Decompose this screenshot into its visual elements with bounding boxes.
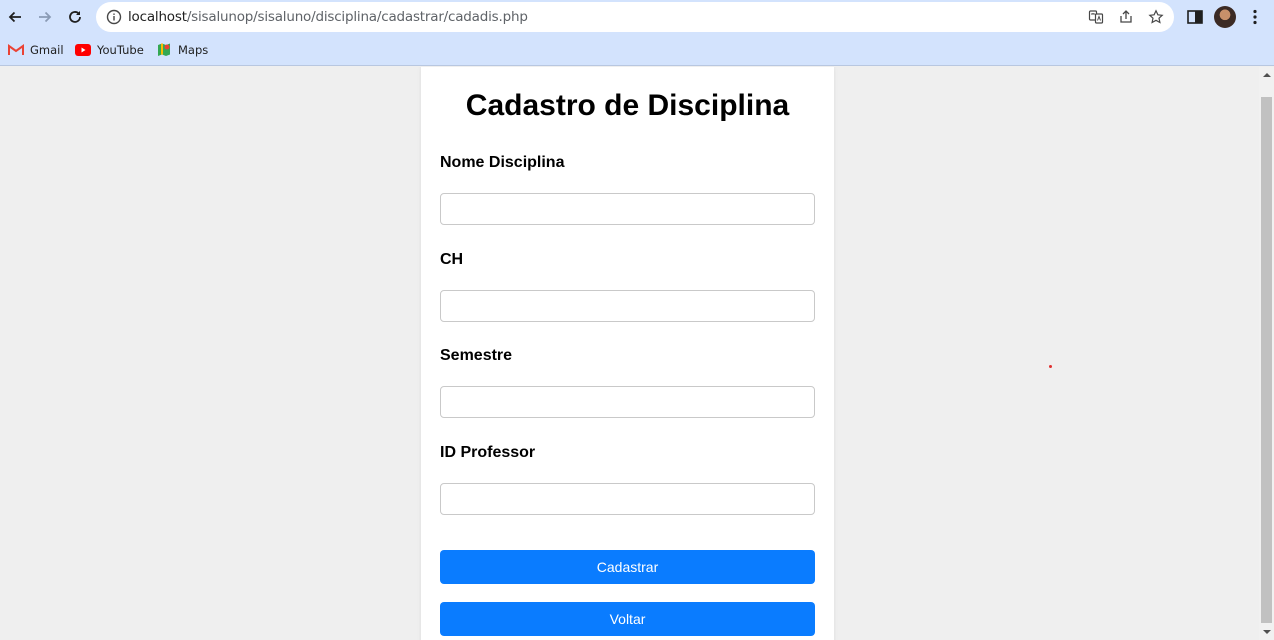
nome-disciplina-input[interactable] xyxy=(440,193,815,225)
scroll-down-arrow-icon[interactable] xyxy=(1259,624,1274,640)
browser-toolbar: localhost/sisalunop/sisaluno/disciplina/… xyxy=(0,0,1274,34)
bookmark-youtube[interactable]: YouTube xyxy=(75,42,144,58)
scroll-up-arrow-icon[interactable] xyxy=(1259,67,1274,83)
bookmark-maps[interactable]: Maps xyxy=(156,42,208,58)
voltar-button[interactable]: Voltar xyxy=(440,602,815,636)
back-arrow-icon[interactable] xyxy=(4,6,26,28)
form-card: Cadastro de Disciplina Nome Disciplina C… xyxy=(421,67,834,640)
field-label-nome-disciplina: Nome Disciplina xyxy=(440,154,565,171)
page-viewport: Cadastro de Disciplina Nome Disciplina C… xyxy=(0,67,1274,640)
field-label-semestre: Semestre xyxy=(440,347,513,364)
translate-icon[interactable] xyxy=(1088,9,1104,25)
field-label-ch: CH xyxy=(440,251,464,268)
youtube-icon xyxy=(75,44,91,56)
semestre-input[interactable] xyxy=(440,386,815,418)
page-title: Cadastro de Disciplina xyxy=(465,89,790,122)
bookmark-label: Gmail xyxy=(30,43,64,57)
url-path: /sisalunop/sisaluno/disciplina/cadastrar… xyxy=(186,9,528,25)
bookmark-label: Maps xyxy=(178,43,209,57)
share-icon[interactable] xyxy=(1118,9,1134,25)
bookmark-label: YouTube xyxy=(97,43,144,57)
red-dot-mark xyxy=(1049,365,1052,368)
info-icon[interactable] xyxy=(106,9,122,25)
scrollbar-thumb[interactable] xyxy=(1261,97,1272,623)
field-label-id-professor: ID Professor xyxy=(440,444,536,461)
address-bar[interactable]: localhost/sisalunop/sisaluno/disciplina/… xyxy=(96,2,1174,32)
menu-kebab-icon[interactable] xyxy=(1245,7,1265,27)
bookmarks-bar: Gmail YouTube Maps xyxy=(0,34,1274,66)
bookmark-gmail[interactable]: Gmail xyxy=(8,42,64,58)
cadastrar-button[interactable]: Cadastrar xyxy=(440,550,815,584)
url-host: localhost xyxy=(128,9,187,25)
maps-icon xyxy=(158,43,170,56)
bookmark-star-icon[interactable] xyxy=(1148,9,1164,25)
gmail-icon xyxy=(8,44,24,55)
url-text: localhost/sisalunop/sisaluno/disciplina/… xyxy=(128,9,528,25)
reload-icon[interactable] xyxy=(64,6,86,28)
ch-input[interactable] xyxy=(440,290,815,322)
vertical-scrollbar[interactable] xyxy=(1259,67,1274,640)
id-professor-input[interactable] xyxy=(440,483,815,515)
side-panel-icon[interactable] xyxy=(1185,7,1205,27)
profile-avatar[interactable] xyxy=(1214,6,1236,28)
forward-arrow-icon[interactable] xyxy=(34,6,56,28)
